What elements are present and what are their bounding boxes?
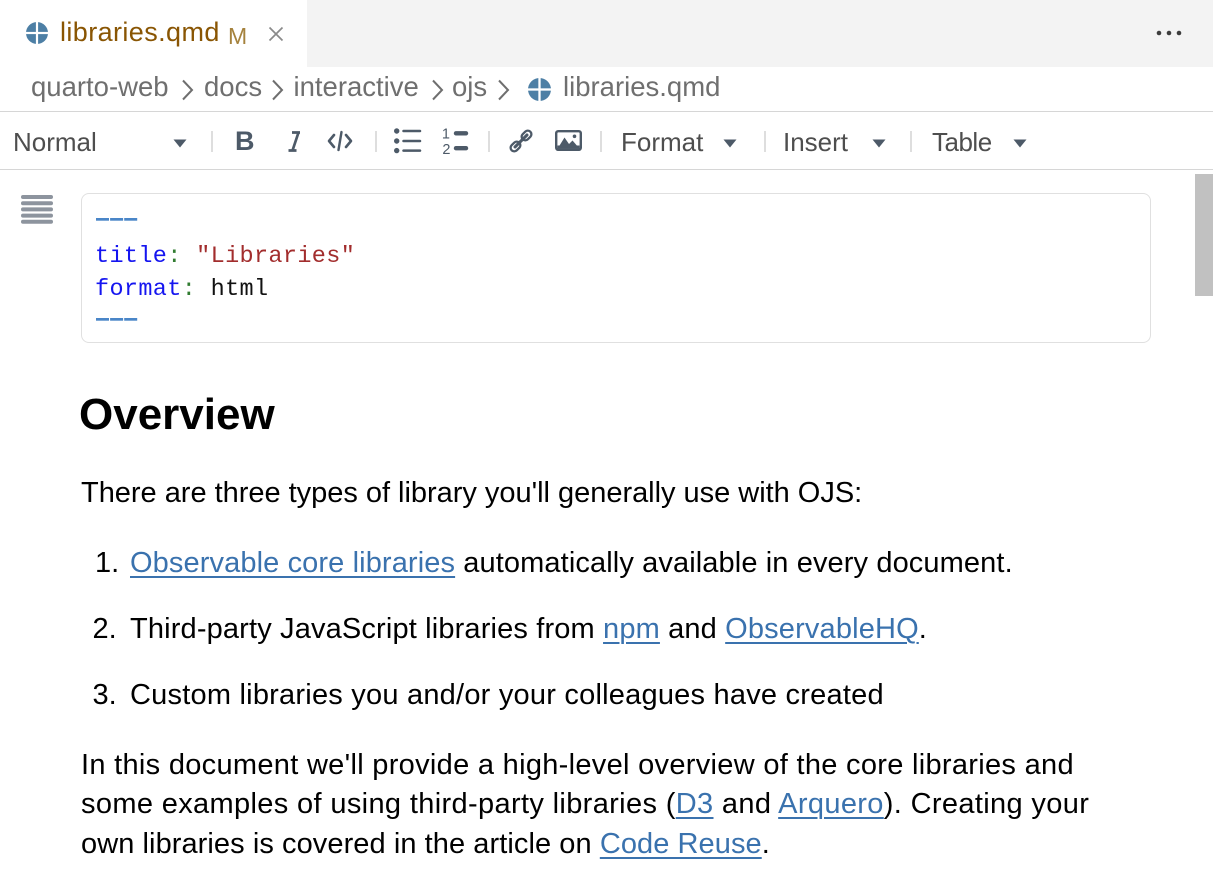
svg-text:1: 1 — [442, 127, 450, 143]
svg-text:2: 2 — [442, 142, 450, 156]
